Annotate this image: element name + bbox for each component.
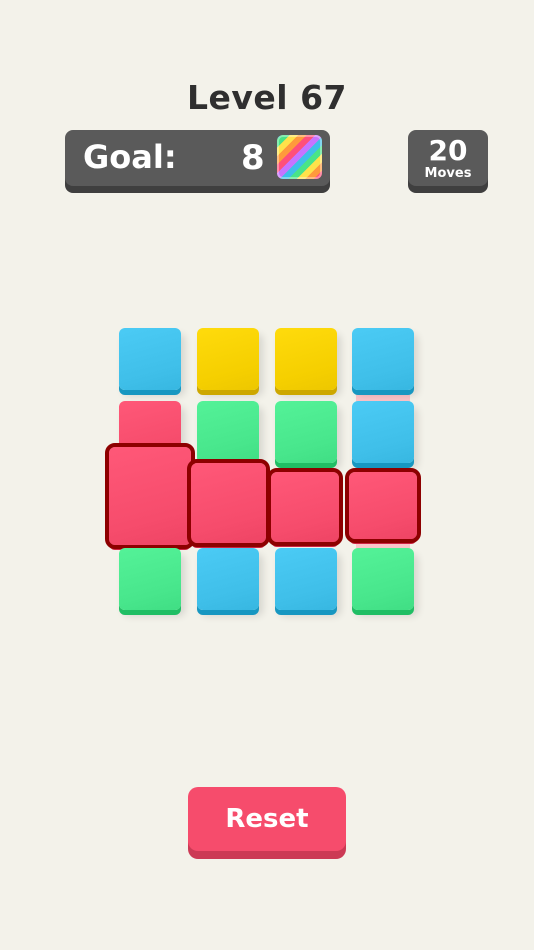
moves-label: Moves [424,166,472,181]
tile-red[interactable] [345,468,421,543]
moves-count: 20 [428,134,468,167]
tile-green[interactable] [197,401,259,463]
tile-blue[interactable] [275,548,337,610]
goal-panel: Goal: 8 [65,130,330,186]
tile-green[interactable] [352,548,414,610]
tile-red[interactable] [267,468,343,546]
tile-yellow[interactable] [275,328,337,390]
tile-blue[interactable] [352,328,414,390]
moves-panel: 20 Moves [408,130,488,186]
tile-red[interactable] [105,443,195,549]
tile-yellow[interactable] [197,328,259,390]
tile-green[interactable] [119,548,181,610]
tile-green[interactable] [275,401,337,463]
tile-blue[interactable] [119,328,181,390]
rainbow-tile-icon [277,135,322,179]
tile-blue[interactable] [197,548,259,610]
reset-button[interactable]: Reset [188,787,346,851]
tile-blue[interactable] [352,401,414,463]
goal-label: Goal: [83,138,177,176]
tile-red[interactable] [187,459,270,547]
level-title: Level 67 [186,78,348,117]
